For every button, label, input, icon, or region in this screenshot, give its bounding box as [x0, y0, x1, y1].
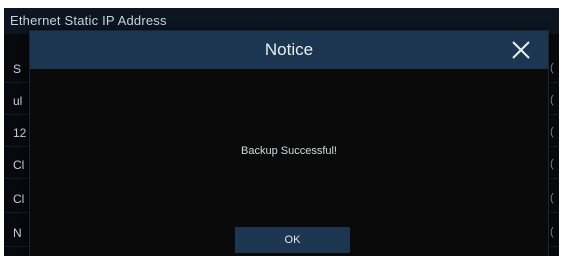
background-header-text: Ethernet Static IP Address	[10, 13, 167, 28]
dialog-header: Notice	[30, 31, 548, 69]
background-row-label: S	[13, 62, 22, 76]
ok-button[interactable]: OK	[235, 227, 350, 253]
background-row-label: 12	[13, 126, 27, 140]
dvr-screen: Ethernet Static IP Address S ( ul ( 12 (…	[4, 8, 559, 256]
close-button[interactable]	[508, 37, 534, 63]
dialog-message: Backup Successful!	[241, 145, 337, 157]
background-row-label: Cl	[13, 158, 25, 172]
background-row-value: (	[550, 192, 554, 204]
notice-dialog: Notice Backup Successful! OK	[29, 30, 549, 256]
background-row-value: (	[550, 126, 554, 138]
background-row-label: ul	[13, 94, 23, 108]
background-row-value: (	[550, 226, 554, 238]
dialog-title: Notice	[264, 40, 314, 59]
background-row-label: N	[13, 226, 22, 240]
background-row-value: (	[550, 158, 554, 170]
background-row-value: (	[550, 62, 554, 74]
background-row-value: (	[550, 94, 554, 106]
background-row-label: Cl	[13, 192, 25, 206]
close-icon	[512, 41, 530, 59]
